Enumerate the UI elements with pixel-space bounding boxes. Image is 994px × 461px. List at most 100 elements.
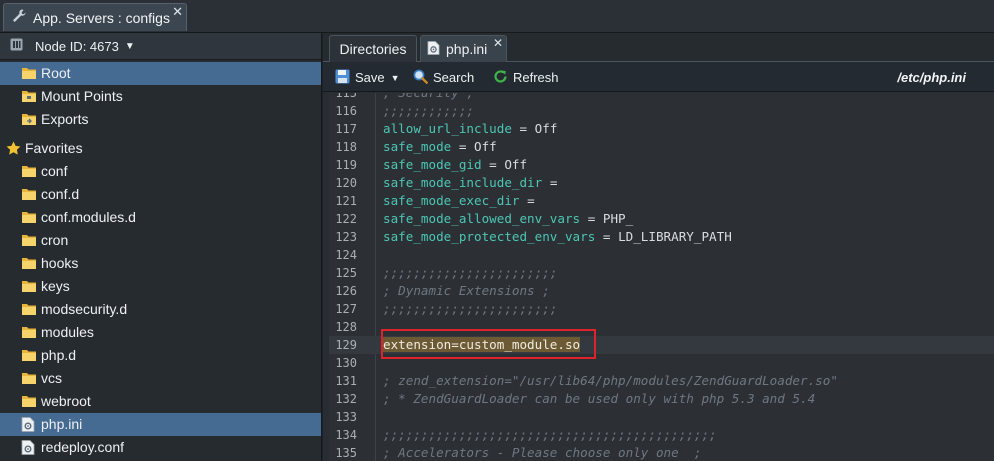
code-comment: ; * ZendGuardLoader can be used only wit… xyxy=(383,391,816,406)
code-line[interactable]: 122 safe_mode_allowed_env_vars = PHP_ xyxy=(329,210,994,228)
favorite-item-webroot[interactable]: webroot xyxy=(0,390,321,413)
save-label: Save xyxy=(355,70,385,85)
code-comment: ;;;;;;;;;;;;;;;;;;;;;;; xyxy=(383,265,558,280)
code-text: safe_mode_allowed_env_vars = PHP_ xyxy=(383,210,633,228)
favorite-item-conf-d[interactable]: conf.d xyxy=(0,183,321,206)
code-line[interactable]: 131 ; zend_extension="/usr/lib64/php/modu… xyxy=(329,372,994,390)
config-key: safe_mode xyxy=(383,139,452,154)
code-line[interactable]: 115 ; Security ; xyxy=(329,93,994,102)
code-line[interactable]: 126 ; Dynamic Extensions ; xyxy=(329,282,994,300)
favorite-item-keys[interactable]: keys xyxy=(0,275,321,298)
favorite-item-cron[interactable]: cron xyxy=(0,229,321,252)
window-title: App. Servers : configs xyxy=(33,9,170,26)
line-number: 117 xyxy=(335,122,357,136)
editor-panel: Directories php.ini ✕ Save ▼ Search Refr… xyxy=(323,33,994,461)
save-button[interactable]: Save ▼ xyxy=(335,68,400,87)
line-number: 118 xyxy=(335,140,357,154)
folder-icon xyxy=(21,164,37,181)
export-folder-icon xyxy=(21,112,37,129)
assignment-operator: = xyxy=(595,229,619,244)
code-line[interactable]: 132 ; * ZendGuardLoader can be used only … xyxy=(329,390,994,408)
favorite-item-conf-modules-d[interactable]: conf.modules.d xyxy=(0,206,321,229)
refresh-button[interactable]: Refresh xyxy=(493,68,559,87)
code-line[interactable]: 120 safe_mode_include_dir = xyxy=(329,174,994,192)
folder-icon xyxy=(21,233,37,250)
code-line[interactable]: 133 xyxy=(329,408,994,426)
tab-label: php.ini xyxy=(446,41,488,57)
config-value: PHP_ xyxy=(602,211,634,226)
line-number: 115 xyxy=(335,93,357,100)
code-comment: ;;;;;;;;;;;; xyxy=(383,103,474,118)
favorite-item-php-d[interactable]: php.d xyxy=(0,344,321,367)
favorite-item-php-ini[interactable]: php.ini xyxy=(0,413,321,436)
folder-icon xyxy=(21,302,37,319)
chevron-down-icon[interactable]: ▼ xyxy=(391,73,400,83)
tab-label: Directories xyxy=(339,41,407,57)
code-line[interactable]: 121 safe_mode_exec_dir = xyxy=(329,192,994,210)
tree-item-label: cron xyxy=(41,232,69,248)
node-selector[interactable]: Node ID: 4673 ▼ xyxy=(0,33,321,60)
line-number: 135 xyxy=(335,446,357,460)
code-line[interactable]: 116;;;;;;;;;;;; xyxy=(329,102,994,120)
line-number: 129 xyxy=(335,338,357,352)
assignment-operator: = xyxy=(451,139,474,154)
line-number: 120 xyxy=(335,176,357,190)
code-line[interactable]: 134;;;;;;;;;;;;;;;;;;;;;;;;;;;;;;;;;;;;;… xyxy=(329,426,994,444)
tree-item-label: modsecurity.d xyxy=(41,301,128,317)
line-number: 125 xyxy=(335,266,357,280)
assignment-operator: = xyxy=(580,211,603,226)
favorite-item-modules[interactable]: modules xyxy=(0,321,321,344)
tree-item-favorites[interactable]: Favorites xyxy=(0,137,321,160)
assignment-operator: = xyxy=(542,175,558,190)
code-line[interactable]: 135 ; Accelerators - Please choose only o… xyxy=(329,444,994,461)
search-label: Search xyxy=(433,70,475,85)
folder-icon xyxy=(21,394,37,411)
config-file-icon xyxy=(427,40,440,58)
code-line[interactable]: 119 safe_mode_gid = Off xyxy=(329,156,994,174)
folder-icon xyxy=(21,187,37,204)
tree-item-label: php.ini xyxy=(41,416,83,432)
code-line[interactable]: 123 safe_mode_protected_env_vars = LD_LIB… xyxy=(329,228,994,246)
tree-item-mount-points[interactable]: Mount Points xyxy=(0,85,321,108)
code-text: safe_mode_gid = Off xyxy=(383,156,527,174)
tab-directories[interactable]: Directories xyxy=(329,35,417,62)
code-line[interactable]: 127;;;;;;;;;;;;;;;;;;;;;;; xyxy=(329,300,994,318)
tab-php-ini[interactable]: php.ini ✕ xyxy=(420,35,507,62)
code-line[interactable]: 125;;;;;;;;;;;;;;;;;;;;;;; xyxy=(329,264,994,282)
line-number: 132 xyxy=(335,392,357,406)
node-id-label: Node ID: 4673 xyxy=(35,38,119,54)
server-icon xyxy=(10,38,23,54)
close-icon[interactable]: ✕ xyxy=(172,5,183,18)
folder-icon xyxy=(21,210,37,227)
favorite-item-modsecurity-d[interactable]: modsecurity.d xyxy=(0,298,321,321)
code-text: safe_mode_include_dir = xyxy=(383,174,557,192)
favorite-item-redeploy-conf[interactable]: redeploy.conf xyxy=(0,436,321,459)
tree-item-label: conf.d xyxy=(41,186,80,202)
chevron-down-icon[interactable]: ▼ xyxy=(125,41,135,52)
favorite-item-hooks[interactable]: hooks xyxy=(0,252,321,275)
code-editor[interactable]: 115 ; Security ; 116;;;;;;;;;;;; 117 allow_u… xyxy=(329,93,994,461)
tree-item-exports[interactable]: Exports xyxy=(0,108,321,131)
code-comment: ;;;;;;;;;;;;;;;;;;;;;;;;;;;;;;;;;;;;;;;;… xyxy=(383,427,717,442)
favorite-item-vcs[interactable]: vcs xyxy=(0,367,321,390)
line-number: 124 xyxy=(335,248,357,262)
code-line[interactable]: 118 safe_mode = Off xyxy=(329,138,994,156)
config-key: safe_mode_protected_env_vars xyxy=(383,229,596,244)
config-file-icon xyxy=(21,440,35,458)
tree-item-label: vcs xyxy=(41,370,62,386)
favorite-item-conf[interactable]: conf xyxy=(0,160,321,183)
window-tab-app-servers[interactable]: App. Servers : configs ✕ xyxy=(3,3,187,31)
line-number: 121 xyxy=(335,194,357,208)
search-button[interactable]: Search xyxy=(413,68,474,87)
code-text: ;;;;;;;;;;;;;;;;;;;;;;; xyxy=(383,264,557,282)
refresh-icon xyxy=(493,69,508,87)
tree-item-label: conf xyxy=(41,163,68,179)
highlight-box xyxy=(381,329,596,359)
code-line[interactable]: 117 allow_url_include = Off xyxy=(329,120,994,138)
close-icon[interactable]: ✕ xyxy=(493,37,503,49)
line-number: 128 xyxy=(335,320,357,334)
config-key: safe_mode_include_dir xyxy=(383,175,543,190)
code-comment: ;;;;;;;;;;;;;;;;;;;;;;; xyxy=(383,301,558,316)
code-line[interactable]: 124 xyxy=(329,246,994,264)
tree-item-root[interactable]: Root xyxy=(0,62,321,85)
